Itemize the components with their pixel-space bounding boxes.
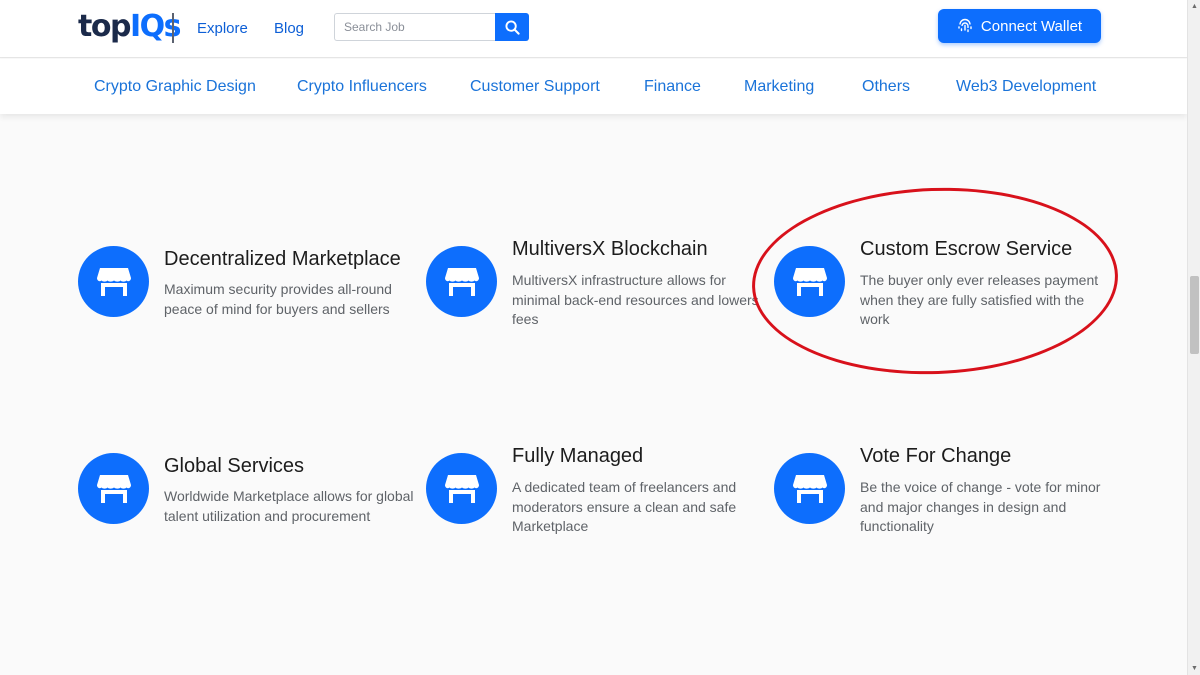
category-customer-support[interactable]: Customer Support <box>470 77 600 97</box>
feature-global-services: Global Services Worldwide Marketplace al… <box>78 453 418 553</box>
feature-description: MultiversX infrastructure allows for min… <box>512 272 759 327</box>
store-icon <box>792 474 827 503</box>
category-web3-development[interactable]: Web3 Development <box>956 77 1096 97</box>
search-icon <box>504 19 520 35</box>
search-button[interactable] <box>495 13 529 41</box>
feature-multiversx-blockchain: MultiversX Blockchain MultiversX infrast… <box>426 238 766 346</box>
scroll-up-arrow-icon[interactable]: ▲ <box>1190 2 1199 11</box>
store-icon <box>792 267 827 296</box>
feature-custom-escrow-service: Custom Escrow Service The buyer only eve… <box>774 238 1114 346</box>
feature-title: MultiversX Blockchain <box>512 238 708 260</box>
category-finance[interactable]: Finance <box>644 77 701 97</box>
feature-title: Decentralized Marketplace <box>164 248 401 270</box>
feature-description: Be the voice of change - vote for minor … <box>860 479 1101 534</box>
feature-description: Worldwide Marketplace allows for global … <box>164 488 414 524</box>
feature-description: The buyer only ever releases payment whe… <box>860 272 1099 327</box>
connect-wallet-label: Connect Wallet <box>980 17 1083 35</box>
job-search <box>334 13 529 41</box>
store-icon <box>444 474 479 503</box>
nav-link-blog[interactable]: Blog <box>274 19 304 39</box>
store-icon <box>96 474 131 503</box>
feature-title: Global Services <box>164 455 305 477</box>
logo-divider <box>172 13 174 43</box>
category-crypto-influencers[interactable]: Crypto Influencers <box>297 77 427 97</box>
feature-vote-for-change: Vote For Change Be the voice of change -… <box>774 445 1114 553</box>
fingerprint-icon <box>958 18 972 33</box>
category-bar: Crypto Graphic Design Crypto Influencers… <box>0 59 1187 114</box>
feature-icon-circle <box>426 453 497 524</box>
store-icon <box>444 267 479 296</box>
category-marketing[interactable]: Marketing <box>744 77 814 97</box>
feature-decentralized-marketplace: Decentralized Marketplace Maximum securi… <box>78 246 418 346</box>
feature-description: A dedicated team of freelancers and mode… <box>512 479 737 534</box>
search-input[interactable] <box>334 13 495 41</box>
connect-wallet-button[interactable]: Connect Wallet <box>938 9 1101 43</box>
feature-title: Fully Managed <box>512 445 644 467</box>
feature-icon-circle <box>78 246 149 317</box>
nav-link-explore[interactable]: Explore <box>197 19 248 39</box>
feature-fully-managed: Fully Managed A dedicated team of freela… <box>426 445 766 553</box>
scroll-thumb[interactable] <box>1190 276 1199 354</box>
category-crypto-graphic-design[interactable]: Crypto Graphic Design <box>94 77 256 97</box>
feature-icon-circle <box>774 453 845 524</box>
feature-icon-circle <box>774 246 845 317</box>
feature-title: Vote For Change <box>860 445 1012 467</box>
store-icon <box>96 267 131 296</box>
page-scrollbar[interactable]: ▲ ▼ <box>1187 0 1200 675</box>
logo-text-top: top <box>78 9 131 44</box>
feature-description: Maximum security provides all-round peac… <box>164 281 392 317</box>
feature-title: Custom Escrow Service <box>860 238 1073 260</box>
category-others[interactable]: Others <box>862 77 910 97</box>
feature-icon-circle <box>78 453 149 524</box>
site-logo[interactable]: topIQs <box>78 8 181 46</box>
top-header: topIQs Explore Blog Connect Wallet <box>0 0 1187 58</box>
feature-icon-circle <box>426 246 497 317</box>
scroll-down-arrow-icon[interactable]: ▼ <box>1190 664 1199 673</box>
